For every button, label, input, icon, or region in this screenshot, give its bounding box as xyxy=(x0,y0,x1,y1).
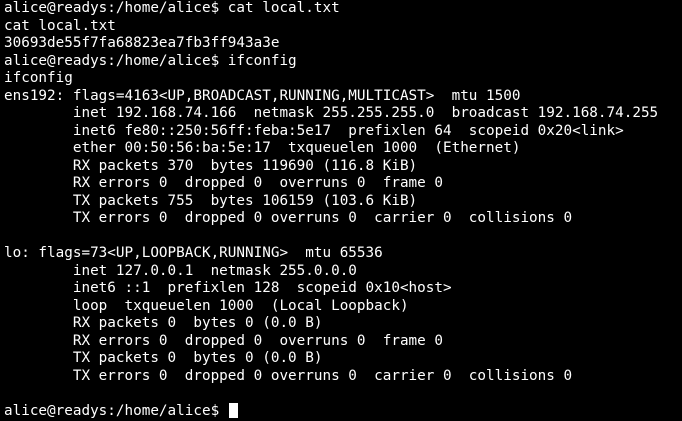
terminal-line: RX packets 0 bytes 0 (0.0 B) xyxy=(4,315,323,331)
terminal-line: inet6 fe80::250:56ff:feba:5e17 prefixlen… xyxy=(4,122,624,139)
terminal-line: 30693de55f7fa68823ea7fb3ff943a3e xyxy=(4,35,280,51)
terminal-line: ether 00:50:56:ba:5e:17 txqueuelen 1000 … xyxy=(4,140,521,156)
terminal-line: lo: flags=73<UP,LOOPBACK,RUNNING> mtu 65… xyxy=(4,245,383,261)
terminal-line: RX packets 370 bytes 119690 (116.8 KiB) xyxy=(4,157,418,174)
terminal-window[interactable]: alice@readys:/home/alice$ cat local.txt … xyxy=(0,0,682,421)
terminal-line: ifconfig xyxy=(4,70,73,86)
terminal-line: TX packets 0 bytes 0 (0.0 B) xyxy=(4,350,323,366)
terminal-line: inet6 ::1 prefixlen 128 scopeid 0x10<hos… xyxy=(4,280,452,296)
terminal-line: inet 127.0.0.1 netmask 255.0.0.0 xyxy=(4,262,357,279)
terminal-line: ens192: flags=4163<UP,BROADCAST,RUNNING,… xyxy=(4,87,521,104)
terminal-line: TX packets 755 bytes 106159 (103.6 KiB) xyxy=(4,192,418,209)
terminal-line: alice@readys:/home/alice$ cat local.txt xyxy=(4,0,340,16)
terminal-line: cat local.txt xyxy=(4,17,116,34)
terminal-line: inet 192.168.74.166 netmask 255.255.255.… xyxy=(4,105,659,121)
text-cursor xyxy=(228,402,238,418)
terminal-line: TX errors 0 dropped 0 overruns 0 carrier… xyxy=(4,367,573,384)
terminal-prompt-line[interactable]: alice@readys:/home/alice$ xyxy=(4,402,682,421)
terminal-line: TX errors 0 dropped 0 overruns 0 carrier… xyxy=(4,210,573,226)
terminal-line: RX errors 0 dropped 0 overruns 0 frame 0 xyxy=(4,332,443,349)
prompt-text: alice@readys:/home/alice$ xyxy=(4,402,228,419)
terminal-line: loop txqueuelen 1000 (Local Loopback) xyxy=(4,297,409,314)
terminal-line: alice@readys:/home/alice$ ifconfig xyxy=(4,52,297,69)
terminal-line: RX errors 0 dropped 0 overruns 0 frame 0 xyxy=(4,175,443,191)
